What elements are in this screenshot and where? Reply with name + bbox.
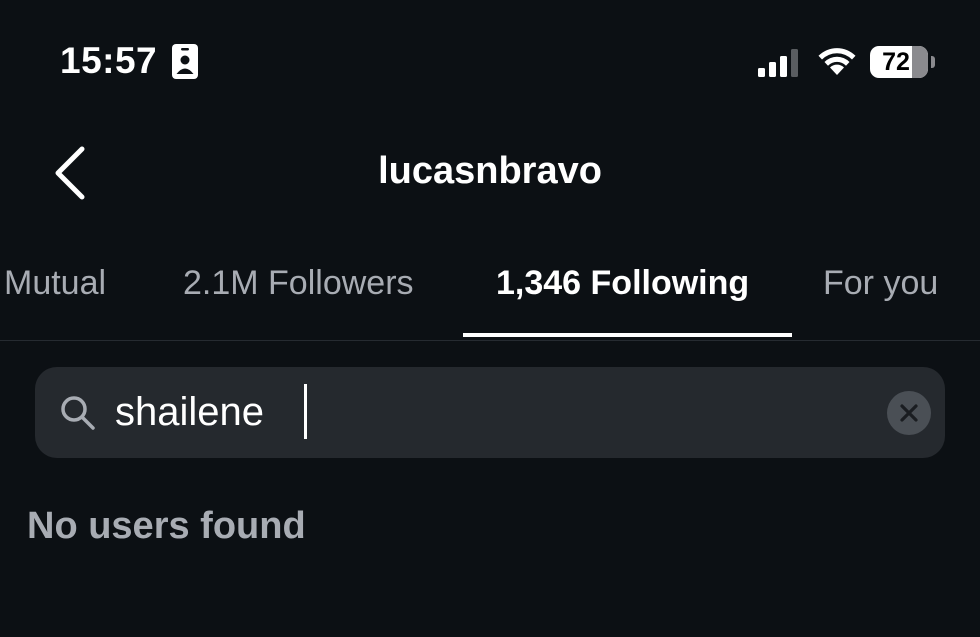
wifi-icon <box>818 48 856 75</box>
tab-mutual[interactable]: Mutual <box>4 264 106 303</box>
no-results-message: No users found <box>27 505 306 547</box>
status-bar: 15:57 72 <box>0 0 980 125</box>
text-cursor <box>304 384 307 439</box>
active-tab-indicator <box>463 333 792 337</box>
clear-search-button[interactable] <box>887 391 931 435</box>
battery-cap <box>931 56 935 68</box>
page-title: lucasnbravo <box>378 150 602 192</box>
battery-body: 72 <box>870 46 928 78</box>
tab-followers[interactable]: 2.1M Followers <box>183 264 414 303</box>
battery-percentage: 72 <box>882 48 910 76</box>
status-time: 15:57 <box>60 40 158 81</box>
search-input[interactable] <box>115 386 855 438</box>
tab-following[interactable]: 1,346 Following <box>496 264 749 303</box>
id-card-icon <box>172 44 198 79</box>
search-bar[interactable] <box>35 367 945 458</box>
search-icon <box>61 396 95 430</box>
tab-for-you[interactable]: For you <box>823 264 938 303</box>
tab-bar: Mutual 2.1M Followers 1,346 Following Fo… <box>0 240 980 341</box>
clear-icon <box>900 404 918 422</box>
cellular-signal-icon <box>758 49 798 77</box>
battery-icon: 72 <box>870 46 936 78</box>
